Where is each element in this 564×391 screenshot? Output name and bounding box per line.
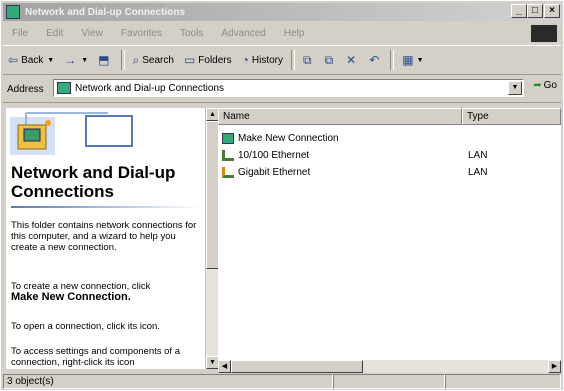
column-header-name[interactable]: Name (218, 108, 462, 125)
title-divider (11, 206, 201, 208)
search-label: Search (142, 54, 174, 66)
list-horizontal-scrollbar[interactable]: ◀ ▶ (218, 360, 561, 373)
views-icon: ▦ (402, 53, 414, 67)
forward-button[interactable]: → ▼ (59, 49, 93, 71)
window-title: Network and Dial-up Connections (25, 6, 186, 18)
up-folder-button[interactable]: ⬒ (93, 49, 117, 71)
folders-button[interactable]: ▭ Folders (179, 49, 237, 71)
views-button[interactable]: ▦ ▼ (397, 49, 428, 71)
scroll-right-button[interactable]: ▶ (548, 360, 561, 373)
connections-list[interactable]: Name Type Make New Connection 10/100 Eth… (218, 108, 561, 360)
menu-edit[interactable]: Edit (37, 28, 72, 39)
history-icon: ◔ (241, 53, 249, 67)
list-item-name: Make New Connection (238, 132, 339, 144)
menu-favorites[interactable]: Favorites (112, 28, 171, 39)
go-arrow-icon: ➦ (533, 80, 542, 91)
menu-view[interactable]: View (72, 28, 112, 39)
status-bar: 3 object(s) (3, 373, 561, 390)
standard-toolbar: ⇦ Back ▼ → ▼ ⬒ ⌕ Search ▭ Folders ◔ Hist… (3, 45, 561, 75)
search-button[interactable]: ⌕ Search (128, 49, 179, 71)
network-folder-banner-icon (10, 112, 133, 155)
menu-help[interactable]: Help (275, 28, 314, 39)
back-label: Back (21, 54, 44, 66)
close-button[interactable]: × (544, 4, 560, 18)
address-dropdown-button[interactable]: ▼ (508, 81, 522, 95)
delete-button[interactable]: ✕ (341, 49, 364, 71)
menu-file[interactable]: File (3, 28, 37, 39)
column-header-type[interactable]: Type (462, 108, 561, 125)
toolbar-separator (291, 50, 296, 70)
menu-tools[interactable]: Tools (171, 28, 212, 39)
go-button[interactable]: ➦ Go (533, 80, 557, 91)
address-label: Address (7, 83, 44, 95)
folders-icon: ▭ (183, 53, 196, 67)
list-item-name: Gigabit Ethernet (238, 166, 311, 178)
chevron-down-icon[interactable]: ▼ (417, 57, 424, 64)
chevron-down-icon[interactable]: ▼ (47, 57, 54, 64)
windows-logo-icon (531, 25, 557, 42)
explorer-window: Network and Dial-up Connections _ □ × Fi… (0, 0, 564, 391)
status-text: 3 object(s) (3, 374, 333, 389)
network-folder-icon (6, 5, 20, 19)
copy-to-button[interactable]: ⧉ (320, 49, 342, 71)
history-button[interactable]: ◔ History (237, 49, 288, 71)
network-connection-icon (222, 166, 234, 178)
folders-label: Folders (198, 54, 232, 66)
copy-to-icon: ⧉ (324, 52, 334, 67)
search-icon: ⌕ (132, 52, 140, 67)
maximize-button[interactable]: □ (527, 4, 543, 18)
horizontal-scroll-thumb[interactable] (231, 360, 363, 373)
network-connection-icon (222, 149, 234, 161)
move-to-icon: ⧉ (303, 52, 312, 67)
back-button[interactable]: ⇦ Back ▼ (3, 49, 59, 71)
status-panel (333, 374, 445, 389)
minimize-button[interactable]: _ (511, 4, 527, 18)
wizard-icon (222, 132, 234, 144)
settings-text: To access settings and components of a c… (11, 346, 180, 368)
toolbar-separator (390, 50, 395, 70)
menu-bar: File Edit View Favorites Tools Advanced … (3, 24, 561, 42)
left-pane-scrollbar[interactable]: ▲ ▼ (205, 108, 219, 369)
toolbar-separator (120, 50, 125, 70)
network-folder-icon (57, 82, 71, 94)
history-label: History (251, 54, 284, 66)
folder-description: This folder contains network connections… (11, 220, 197, 253)
list-item-name: 10/100 Ethernet (238, 149, 310, 161)
title-bar[interactable]: Network and Dial-up Connections _ □ × (3, 3, 561, 21)
chevron-down-icon[interactable]: ▼ (81, 57, 88, 64)
undo-button[interactable]: ↶ (364, 49, 387, 71)
address-bar: Address Network and Dial-up Connections … (3, 76, 561, 103)
list-item-10-100-ethernet[interactable]: 10/100 Ethernet LAN (222, 147, 487, 163)
create-connection-text: To create a new connection, click Make N… (11, 281, 203, 303)
address-field[interactable]: Network and Dial-up Connections ▼ (53, 79, 524, 97)
up-folder-icon: ⬒ (98, 53, 110, 67)
delete-icon: ✕ (346, 53, 357, 67)
status-panel (445, 374, 561, 389)
pane-title: Network and Dial-up Connections (11, 163, 176, 201)
webview-info-pane: Network and Dial-up Connections This fol… (6, 108, 205, 369)
back-arrow-icon: ⇦ (8, 53, 19, 67)
make-new-connection-link[interactable]: Make New Connection. (11, 291, 131, 303)
forward-arrow-icon: → (64, 53, 77, 67)
scroll-left-button[interactable]: ◀ (218, 360, 231, 373)
go-label: Go (543, 80, 557, 91)
list-item-make-new-connection[interactable]: Make New Connection (222, 130, 339, 146)
move-to-button[interactable]: ⧉ (298, 49, 320, 71)
list-item-type: LAN (468, 166, 488, 178)
undo-icon: ↶ (369, 53, 380, 67)
list-item-gigabit-ethernet[interactable]: Gigabit Ethernet LAN (222, 164, 487, 180)
menu-advanced[interactable]: Advanced (212, 28, 274, 39)
open-connection-text: To open a connection, click its icon. (11, 321, 160, 332)
address-value: Network and Dial-up Connections (75, 82, 224, 94)
list-item-type: LAN (468, 149, 488, 161)
